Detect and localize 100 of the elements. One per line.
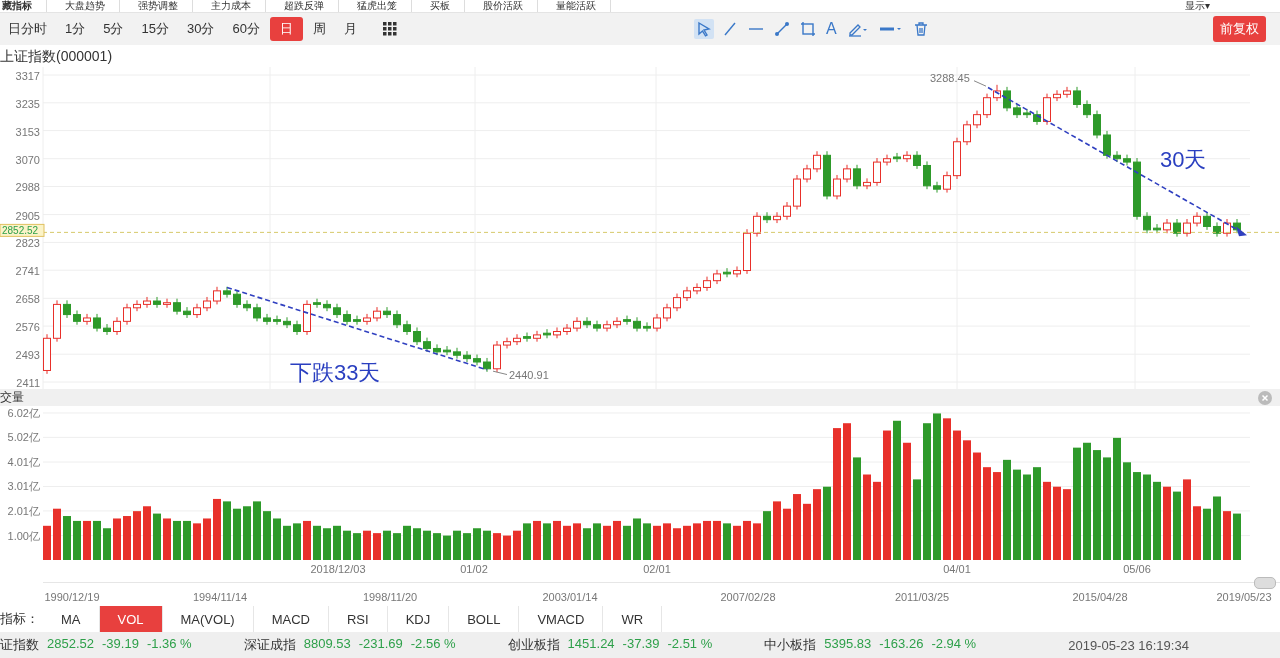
index-price: 5395.83 bbox=[824, 636, 872, 653]
candlestick bbox=[153, 296, 161, 309]
period-tab[interactable]: 30分 bbox=[178, 17, 223, 41]
candlestick bbox=[313, 298, 321, 309]
leader-line bbox=[973, 80, 987, 87]
candlestick bbox=[623, 315, 631, 326]
scroll-handle[interactable] bbox=[1254, 577, 1276, 589]
index-name: 创业板指 bbox=[507, 636, 560, 654]
axis-label: 04/01 bbox=[943, 563, 971, 575]
axis-label: 2576 bbox=[15, 321, 40, 334]
adjust-button[interactable]: 前复权 bbox=[1213, 16, 1266, 42]
volume-bar bbox=[523, 523, 531, 560]
candlestick bbox=[573, 316, 581, 333]
candlestick bbox=[533, 330, 541, 343]
volume-bar bbox=[363, 530, 371, 560]
axis-label: 2823 bbox=[15, 237, 40, 250]
segment-icon[interactable] bbox=[772, 19, 792, 39]
candlestick bbox=[613, 316, 621, 329]
volume-bar bbox=[583, 528, 591, 560]
candlestick bbox=[733, 265, 741, 278]
rectangle-icon[interactable] bbox=[798, 19, 818, 39]
index-percent: -1.36 % bbox=[146, 636, 192, 653]
candlestick bbox=[163, 298, 171, 309]
volume-bar bbox=[373, 533, 381, 560]
volume-bar bbox=[653, 525, 661, 560]
candlestick bbox=[753, 211, 761, 238]
candlestick bbox=[1113, 150, 1121, 163]
volume-bar bbox=[723, 523, 731, 560]
volume-bar bbox=[223, 501, 231, 560]
volume-bar bbox=[413, 528, 421, 560]
indicator-tab[interactable]: VOL bbox=[99, 606, 163, 632]
volume-bar bbox=[333, 525, 341, 560]
apps-grid-icon[interactable] bbox=[382, 22, 397, 36]
axis-label: 5.02亿 bbox=[7, 431, 40, 444]
axis-label: 2988 bbox=[15, 181, 40, 194]
period-tab[interactable]: 15分 bbox=[133, 17, 177, 41]
volume-bar bbox=[543, 523, 551, 560]
volume-bar bbox=[203, 518, 211, 560]
axis-label: 1998/11/20 bbox=[362, 591, 418, 603]
axis-label: 6.02亿 bbox=[7, 406, 40, 419]
text-tool[interactable]: A bbox=[824, 19, 839, 39]
candlestick bbox=[183, 306, 191, 319]
candlestick bbox=[543, 328, 551, 339]
period-tab[interactable]: 月 bbox=[335, 17, 365, 41]
candlestick bbox=[693, 282, 701, 295]
candlestick bbox=[863, 177, 871, 190]
candlestick bbox=[1123, 154, 1131, 166]
volume-bar bbox=[713, 520, 721, 560]
candlestick bbox=[433, 343, 441, 356]
period-tab[interactable]: 周 bbox=[304, 17, 334, 41]
period-tab[interactable]: 60分 bbox=[224, 17, 268, 41]
volume-bar bbox=[103, 528, 111, 560]
axis-label: 2658 bbox=[15, 293, 40, 306]
period-tab[interactable]: 日分时 bbox=[0, 17, 55, 41]
volume-bar bbox=[423, 530, 431, 560]
volume-bar bbox=[93, 520, 101, 560]
index-change: -231.69 bbox=[358, 636, 403, 653]
candlestick bbox=[1073, 86, 1081, 109]
index-change: -37.39 bbox=[622, 636, 660, 653]
candlestick bbox=[463, 350, 471, 363]
candlestick bbox=[453, 347, 461, 360]
index-percent: -2.94 % bbox=[931, 636, 977, 653]
index-price: 1451.24 bbox=[567, 636, 615, 653]
axis-label: 1990/12/19 bbox=[44, 591, 100, 603]
axis-label: 2905 bbox=[15, 209, 40, 222]
period-tab[interactable]: 1分 bbox=[57, 17, 94, 41]
close-icon[interactable] bbox=[1258, 390, 1272, 405]
candlestick bbox=[443, 345, 451, 356]
volume-bar bbox=[193, 523, 201, 560]
leader-line bbox=[492, 370, 508, 376]
period-tab[interactable]: 日 bbox=[269, 17, 303, 41]
candlestick bbox=[523, 332, 531, 343]
volume-bar bbox=[263, 511, 271, 560]
volume-bar bbox=[803, 503, 811, 560]
axis-label: 05/06 bbox=[1123, 563, 1151, 575]
volume-bar bbox=[233, 508, 241, 560]
volume-bar bbox=[503, 535, 511, 560]
pointer-icon[interactable] bbox=[694, 19, 714, 39]
volume-bar bbox=[323, 528, 331, 560]
price-tag: 2852.52 bbox=[0, 223, 45, 237]
period-tab[interactable]: 5分 bbox=[95, 17, 132, 41]
volume-bar bbox=[573, 523, 581, 560]
index-name: 证指数 bbox=[0, 636, 39, 654]
candlestick bbox=[853, 164, 861, 190]
axis-label: 2411 bbox=[16, 377, 40, 389]
display-menu[interactable]: 显示▾ bbox=[1184, 0, 1210, 12]
candlestick bbox=[1003, 86, 1011, 112]
axis-label: 1994/11/14 bbox=[192, 591, 248, 603]
axis-label: 2493 bbox=[15, 349, 40, 362]
candlestick bbox=[1063, 86, 1071, 99]
candlestick bbox=[363, 313, 371, 326]
candlestick bbox=[1103, 130, 1111, 160]
candlestick bbox=[833, 174, 841, 200]
candlestick bbox=[353, 315, 361, 326]
candlestick bbox=[1043, 93, 1051, 126]
volume-bar bbox=[213, 498, 221, 560]
candlestick bbox=[563, 323, 571, 336]
volume-bar bbox=[83, 520, 91, 560]
volume-bar bbox=[393, 533, 401, 560]
volume-bar bbox=[153, 513, 161, 560]
